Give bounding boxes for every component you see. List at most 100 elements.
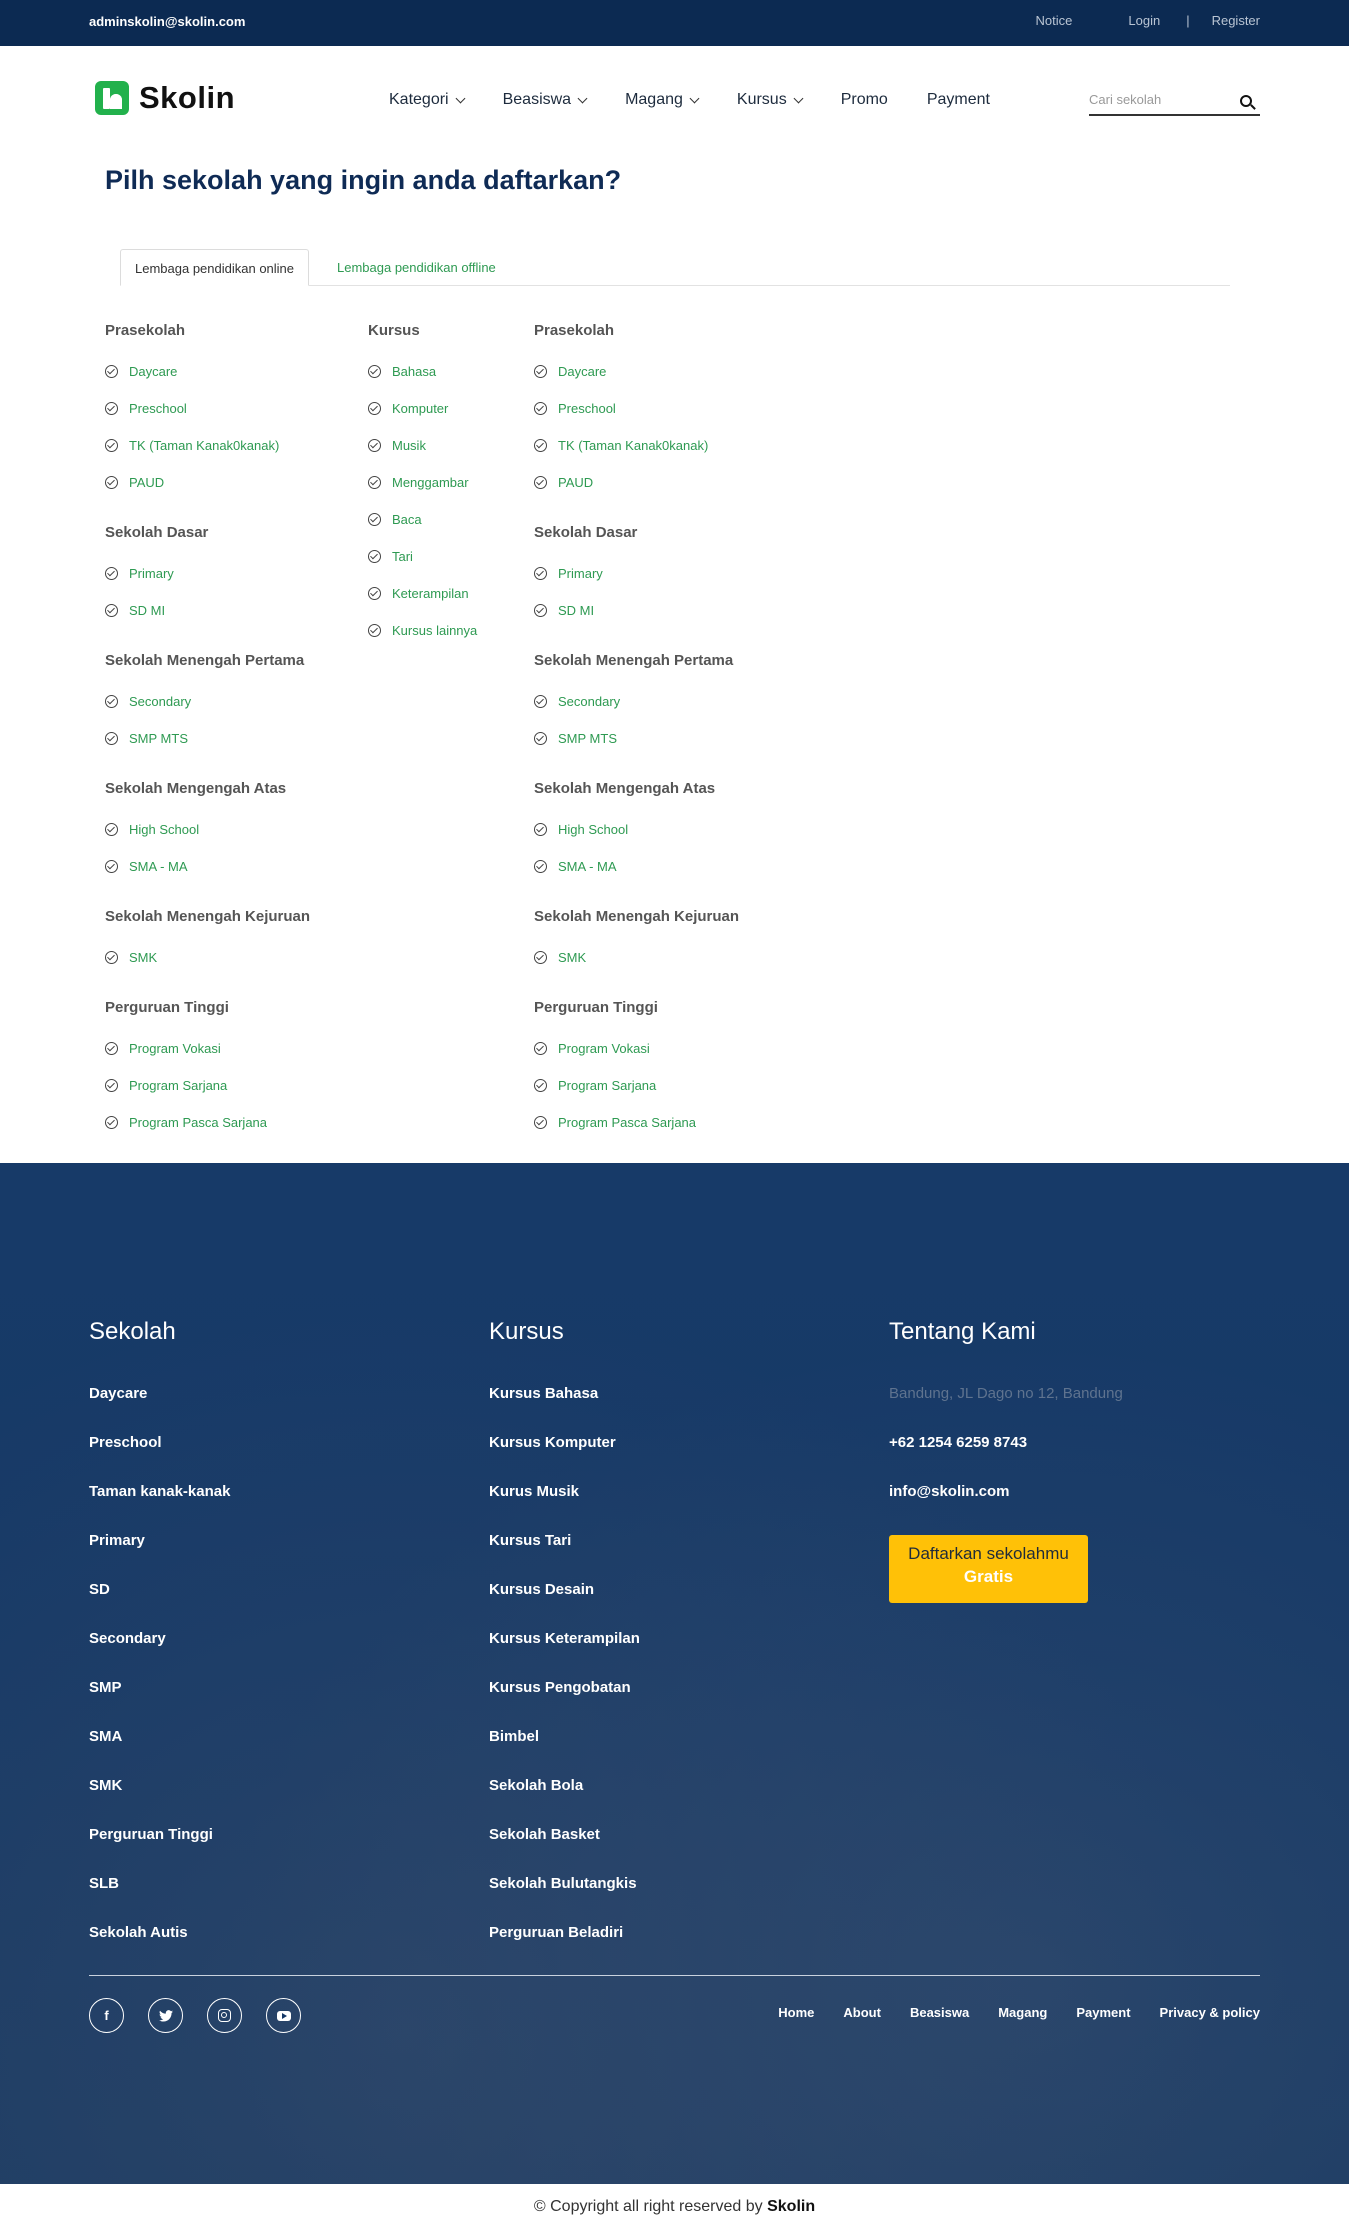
list-item[interactable]: Bahasa bbox=[368, 364, 436, 379]
list-item[interactable]: Kursus lainnya bbox=[368, 623, 477, 638]
list-item-label: Program Sarjana bbox=[558, 1078, 657, 1093]
list-item[interactable]: SMP MTS bbox=[105, 731, 188, 746]
nav-payment[interactable]: Payment bbox=[927, 91, 990, 109]
list-item[interactable]: Musik bbox=[368, 438, 426, 453]
footer-link[interactable]: Sekolah Bulutangkis bbox=[489, 1875, 637, 1892]
list-item[interactable]: PAUD bbox=[105, 475, 164, 490]
footer-link[interactable]: Secondary bbox=[89, 1630, 166, 1647]
group-title: Perguruan Tinggi bbox=[534, 999, 658, 1016]
list-item[interactable]: Baca bbox=[368, 512, 422, 527]
list-item[interactable]: Program Pasca Sarjana bbox=[105, 1115, 267, 1130]
footer-nav-home[interactable]: Home bbox=[778, 2005, 814, 2020]
register-school-button[interactable]: Daftarkan sekolahmu Gratis bbox=[889, 1535, 1088, 1603]
list-item[interactable]: Primary bbox=[105, 566, 174, 581]
footer-link[interactable]: Taman kanak-kanak bbox=[89, 1483, 230, 1500]
instagram-icon[interactable] bbox=[207, 1998, 242, 2033]
footer-link[interactable]: Perguruan Tinggi bbox=[89, 1826, 213, 1843]
copyright-bar: © Copyright all right reserved by Skolin bbox=[0, 2184, 1349, 2239]
footer-link[interactable]: Perguruan Beladiri bbox=[489, 1924, 623, 1941]
list-item[interactable]: Program Vokasi bbox=[534, 1041, 650, 1056]
register-link[interactable]: Register bbox=[1212, 13, 1260, 28]
list-item[interactable]: Tari bbox=[368, 549, 413, 564]
list-item[interactable]: SMK bbox=[534, 950, 586, 965]
list-item[interactable]: TK (Taman Kanak0kanak) bbox=[105, 438, 279, 453]
footer-link[interactable]: Kursus Pengobatan bbox=[489, 1679, 631, 1696]
search-input[interactable] bbox=[1089, 88, 1229, 107]
footer-link[interactable]: Daycare bbox=[89, 1385, 147, 1402]
nav-beasiswa[interactable]: Beasiswa bbox=[503, 91, 588, 109]
login-link[interactable]: Login bbox=[1128, 13, 1160, 28]
list-item[interactable]: Program Sarjana bbox=[105, 1078, 227, 1093]
list-item[interactable]: Keterampilan bbox=[368, 586, 469, 601]
list-item[interactable]: Menggambar bbox=[368, 475, 469, 490]
footer-link[interactable]: Preschool bbox=[89, 1434, 162, 1451]
check-circle-icon bbox=[368, 624, 381, 637]
footer-link[interactable]: Sekolah Basket bbox=[489, 1826, 600, 1843]
footer-nav-magang[interactable]: Magang bbox=[998, 2005, 1047, 2020]
list-item[interactable]: Program Vokasi bbox=[105, 1041, 221, 1056]
footer-link[interactable]: SMP bbox=[89, 1679, 122, 1696]
footer-link[interactable]: Sekolah Bola bbox=[489, 1777, 583, 1794]
list-item-label: Program Vokasi bbox=[129, 1041, 221, 1056]
footer-email[interactable]: info@skolin.com bbox=[889, 1483, 1009, 1500]
list-item[interactable]: Daycare bbox=[534, 364, 606, 379]
list-item[interactable]: High School bbox=[534, 822, 628, 837]
list-item[interactable]: Preschool bbox=[105, 401, 187, 416]
list-item[interactable]: PAUD bbox=[534, 475, 593, 490]
list-item[interactable]: Komputer bbox=[368, 401, 448, 416]
nav-magang[interactable]: Magang bbox=[625, 91, 700, 109]
list-item[interactable]: Secondary bbox=[534, 694, 620, 709]
footer-link[interactable]: Kursus Komputer bbox=[489, 1434, 616, 1451]
skolin-logo[interactable]: Skolin bbox=[95, 80, 235, 116]
list-item[interactable]: TK (Taman Kanak0kanak) bbox=[534, 438, 708, 453]
tab-online[interactable]: Lembaga pendidikan online bbox=[120, 249, 310, 286]
twitter-icon[interactable] bbox=[148, 1998, 183, 2033]
admin-email: adminskolin@skolin.com bbox=[89, 14, 246, 29]
list-item-label: Secondary bbox=[558, 694, 621, 709]
list-item[interactable]: SMP MTS bbox=[534, 731, 617, 746]
footer-nav-payment[interactable]: Payment bbox=[1076, 2005, 1130, 2020]
nav-kursus[interactable]: Kursus bbox=[737, 91, 804, 109]
nav-promo[interactable]: Promo bbox=[841, 91, 888, 109]
footer-link[interactable]: Bimbel bbox=[489, 1728, 539, 1745]
list-item[interactable]: Secondary bbox=[105, 694, 191, 709]
group-title: Sekolah Menengah Pertama bbox=[105, 652, 305, 669]
list-item[interactable]: SD MI bbox=[105, 603, 165, 618]
list-item[interactable]: Daycare bbox=[105, 364, 177, 379]
copyright-brand: Skolin bbox=[767, 2198, 816, 2215]
footer-phone[interactable]: +62 1254 6259 8743 bbox=[889, 1434, 1027, 1451]
check-circle-icon bbox=[368, 439, 381, 452]
footer-link[interactable]: Sekolah Autis bbox=[89, 1924, 188, 1941]
list-item[interactable]: Preschool bbox=[534, 401, 616, 416]
list-item[interactable]: High School bbox=[105, 822, 199, 837]
list-item[interactable]: SMA - MA bbox=[105, 859, 188, 874]
youtube-icon[interactable] bbox=[266, 1998, 301, 2033]
footer-link[interactable]: Kurus Musik bbox=[489, 1483, 579, 1500]
footer-link[interactable]: Kursus Keterampilan bbox=[489, 1630, 640, 1647]
footer-link[interactable]: SMK bbox=[89, 1777, 122, 1794]
footer-link[interactable]: Kursus Bahasa bbox=[489, 1385, 598, 1402]
footer-link[interactable]: SD bbox=[89, 1581, 110, 1598]
footer-nav-about[interactable]: About bbox=[843, 2005, 881, 2020]
list-item[interactable]: SMA - MA bbox=[534, 859, 617, 874]
list-item[interactable]: SD MI bbox=[534, 603, 594, 618]
footer-nav-privacy[interactable]: Privacy & policy bbox=[1160, 2005, 1260, 2020]
footer-link[interactable]: Kursus Desain bbox=[489, 1581, 594, 1598]
notice-link[interactable]: Notice bbox=[1036, 13, 1073, 28]
search-icon[interactable] bbox=[1240, 95, 1252, 107]
check-circle-icon bbox=[105, 567, 118, 580]
list-item-label: PAUD bbox=[129, 475, 165, 490]
list-item[interactable]: SMK bbox=[105, 950, 157, 965]
footer-link[interactable]: Kursus Tari bbox=[489, 1532, 571, 1549]
facebook-icon[interactable]: f bbox=[89, 1998, 124, 2033]
footer-link[interactable]: SMA bbox=[89, 1728, 122, 1745]
tab-offline[interactable]: Lembaga pendidikan offline bbox=[323, 249, 510, 286]
list-item[interactable]: Program Sarjana bbox=[534, 1078, 656, 1093]
nav-kategori[interactable]: Kategori bbox=[389, 91, 466, 109]
footer-link[interactable]: SLB bbox=[89, 1875, 119, 1892]
list-item[interactable]: Primary bbox=[534, 566, 603, 581]
group-title: Sekolah Menengah Kejuruan bbox=[534, 908, 740, 925]
list-item[interactable]: Program Pasca Sarjana bbox=[534, 1115, 696, 1130]
footer-nav-beasiswa[interactable]: Beasiswa bbox=[910, 2005, 969, 2020]
footer-link[interactable]: Primary bbox=[89, 1532, 145, 1549]
